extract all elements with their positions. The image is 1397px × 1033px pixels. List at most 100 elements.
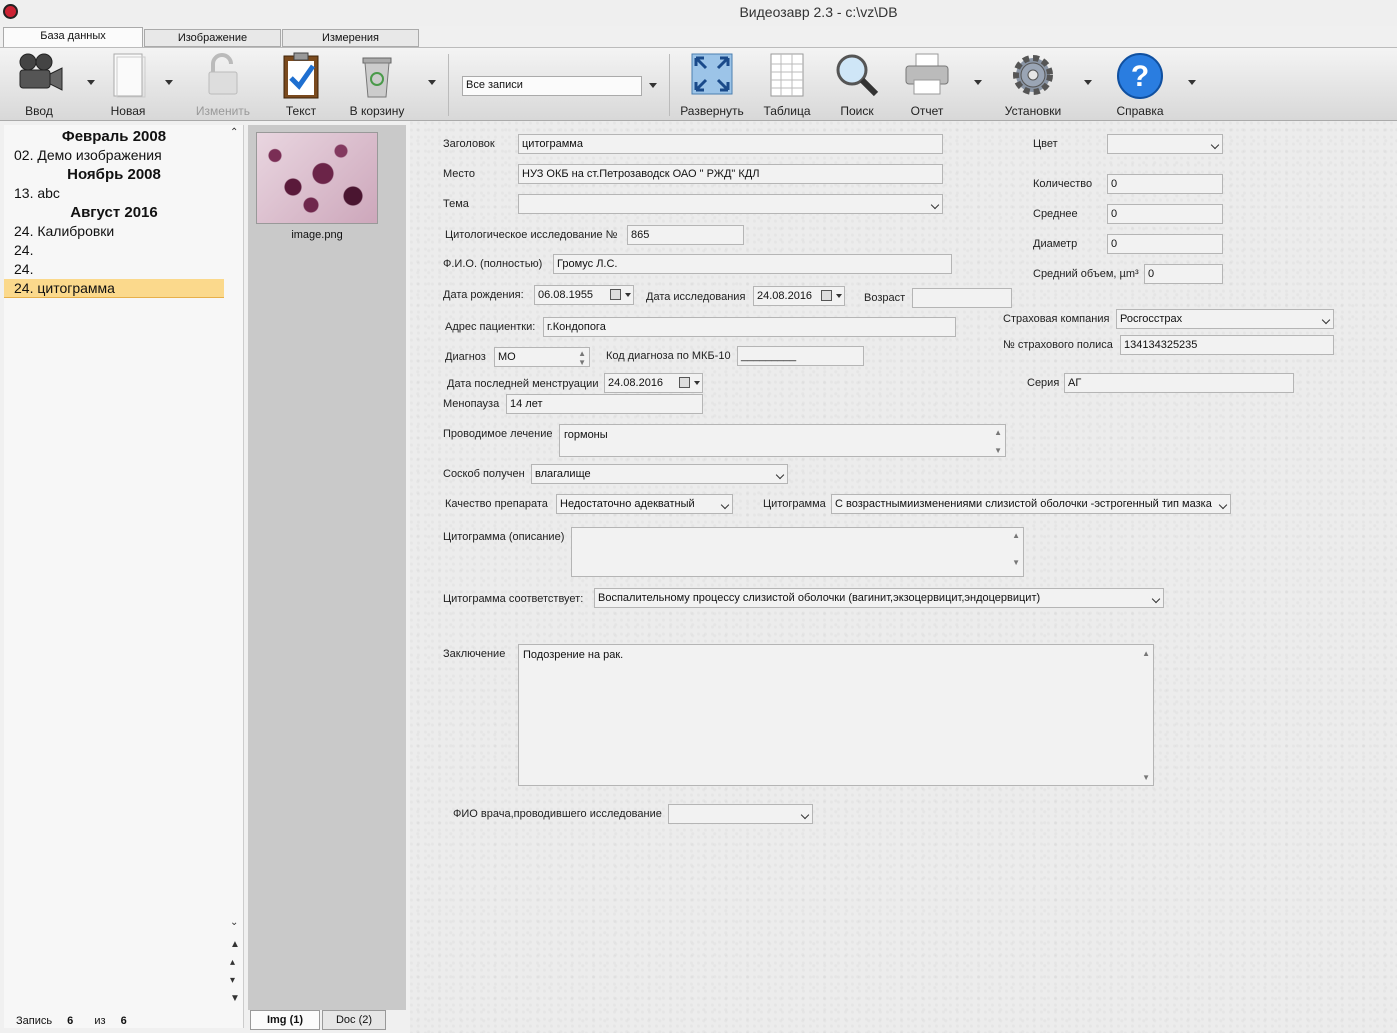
next-record-icon[interactable]: ▾ (230, 976, 240, 988)
list-group-header: Август 2016 (70, 204, 158, 221)
mean-input[interactable]: 0 (1107, 204, 1223, 224)
exam-number-input[interactable]: 865 (627, 225, 744, 245)
search-button[interactable]: Поиск (828, 52, 886, 118)
title-input[interactable]: цитограмма (518, 134, 943, 154)
tab-images[interactable]: Img (1) (250, 1010, 320, 1030)
list-item[interactable]: 24. Калибровки (4, 222, 224, 241)
birthdate-label: Дата рождения: (443, 289, 524, 301)
address-input[interactable]: г.Кондопога (543, 317, 956, 337)
count-label: Количество (1033, 178, 1093, 190)
quality-select[interactable]: Недостаточно адекватный (556, 494, 733, 514)
settings-dropdown-icon[interactable] (1084, 80, 1092, 85)
conclusion-textarea[interactable]: Подозрение на рак. ▲ ▼ (518, 644, 1154, 786)
policy-input[interactable]: 134134325235 (1120, 335, 1334, 355)
menopause-label: Менопауза (443, 398, 500, 410)
mean-label: Среднее (1033, 208, 1078, 220)
place-input[interactable]: НУЗ ОКБ на ст.Петрозаводск ОАО " РЖД" КД… (518, 164, 943, 184)
spin-icon: ▲ ▼ (578, 349, 586, 367)
prev-record-icon[interactable]: ▴ (230, 958, 240, 970)
scroll-arrows-icon: ▲ ▼ (1012, 531, 1020, 567)
menopause-input[interactable]: 14 лет (506, 394, 703, 414)
text-button[interactable]: Текст (272, 52, 330, 118)
exam-date-picker[interactable]: 24.08.2016 (753, 286, 845, 306)
volume-input[interactable]: 0 (1144, 264, 1223, 284)
insurer-select[interactable]: Росгосстрах (1116, 309, 1334, 329)
toolbar-separator (448, 54, 449, 116)
cytogram-label: Цитограмма (763, 498, 826, 510)
help-dropdown-icon[interactable] (1188, 80, 1196, 85)
scroll-down-icon[interactable]: ⌄ (230, 918, 240, 930)
last-record-icon[interactable]: ▼ (230, 994, 240, 1006)
thumbnail-label: image.png (291, 229, 343, 241)
tab-image[interactable]: Изображение (144, 29, 281, 47)
list-item-selected[interactable]: 24. цитограмма (4, 279, 224, 298)
age-input[interactable] (912, 288, 1012, 308)
list-item[interactable]: 24. (4, 241, 224, 260)
color-select[interactable] (1107, 134, 1223, 154)
edit-button[interactable]: Изменить (188, 52, 258, 118)
expand-button[interactable]: Развернуть (678, 52, 746, 118)
table-button[interactable]: Таблица (758, 52, 816, 118)
help-button[interactable]: ? Справка (1108, 52, 1172, 118)
report-dropdown-icon[interactable] (974, 80, 982, 85)
list-item[interactable]: 24. (4, 260, 224, 279)
calendar-icon (821, 290, 832, 301)
input-button[interactable]: Ввод (8, 52, 70, 118)
birthdate-picker[interactable]: 06.08.1955 (534, 285, 634, 305)
image-thumbnail[interactable] (256, 132, 378, 224)
cytogram-select[interactable]: С возрастнымиизменениями слизистой оболо… (831, 494, 1231, 514)
unlock-icon (208, 53, 238, 95)
doctor-select[interactable] (668, 804, 813, 824)
count-input[interactable]: 0 (1107, 174, 1223, 194)
scrape-select[interactable]: влагалище (531, 464, 788, 484)
first-record-icon[interactable]: ▲ (230, 940, 240, 952)
doctor-label: ФИО врача,проводившего исследование (453, 808, 662, 820)
filter-select[interactable]: Все записи (462, 76, 642, 96)
series-input[interactable]: АГ (1064, 373, 1294, 393)
series-label: Серия (1027, 377, 1060, 389)
list-item[interactable]: 02. Демо изображения (4, 146, 224, 165)
input-dropdown-icon[interactable] (87, 80, 95, 85)
list-group-header: Ноябрь 2008 (67, 166, 161, 183)
trash-button[interactable]: В корзину (346, 52, 408, 118)
tab-measurements[interactable]: Измерения (282, 29, 419, 47)
scrape-label: Соскоб получен (443, 468, 525, 480)
list-group-header: Февраль 2008 (61, 128, 167, 145)
mkb-label: Код диагноза по МКБ-10 (606, 350, 731, 362)
filter-dropdown-icon[interactable] (649, 83, 657, 88)
conclusion-label: Заключение (443, 648, 506, 660)
list-item[interactable]: 13. abc (4, 184, 224, 203)
settings-button[interactable]: Установки (998, 52, 1068, 118)
volume-label: Средний объем, µm³ (1033, 268, 1139, 280)
tab-database[interactable]: База данных (3, 27, 143, 48)
fio-input[interactable]: Громус Л.С. (553, 254, 952, 274)
place-label: Место (443, 168, 475, 180)
chevron-down-icon (836, 294, 842, 298)
topic-select[interactable] (518, 194, 943, 214)
trash-dropdown-icon[interactable] (428, 80, 436, 85)
treatment-textarea[interactable]: гормоны ▲ ▼ (559, 424, 1006, 457)
report-button[interactable]: Отчет (898, 52, 956, 118)
scroll-up-icon: ▲ (1142, 649, 1150, 658)
correspondence-select[interactable]: Воспалительному процессу слизистой оболо… (594, 588, 1164, 608)
insurer-label: Страховая компания (1003, 313, 1110, 325)
diagnosis-input[interactable]: МО ▲ ▼ (494, 347, 590, 367)
help-icon: ? (1117, 53, 1163, 99)
svg-text:?: ? (1131, 60, 1149, 93)
cytogram-description-textarea[interactable]: ▲ ▼ (571, 527, 1024, 577)
toolbar-separator (669, 54, 670, 116)
mkb-input[interactable]: _________ (737, 346, 864, 366)
video-camera-icon (19, 53, 63, 91)
age-label: Возраст (864, 292, 906, 304)
scroll-up-icon[interactable]: ⌃ (230, 128, 240, 140)
recycle-bin-icon (362, 57, 392, 98)
menstruation-date-picker[interactable]: 24.08.2016 (604, 373, 703, 393)
diameter-input[interactable]: 0 (1107, 234, 1223, 254)
exam-date-label: Дата исследования (646, 291, 746, 303)
new-button[interactable]: Новая (100, 52, 156, 118)
quality-label: Качество препарата (445, 498, 548, 510)
tab-documents[interactable]: Doc (2) (322, 1010, 386, 1030)
new-dropdown-icon[interactable] (165, 80, 173, 85)
calendar-icon (610, 289, 621, 300)
policy-label: № страхового полиса (1003, 339, 1113, 351)
